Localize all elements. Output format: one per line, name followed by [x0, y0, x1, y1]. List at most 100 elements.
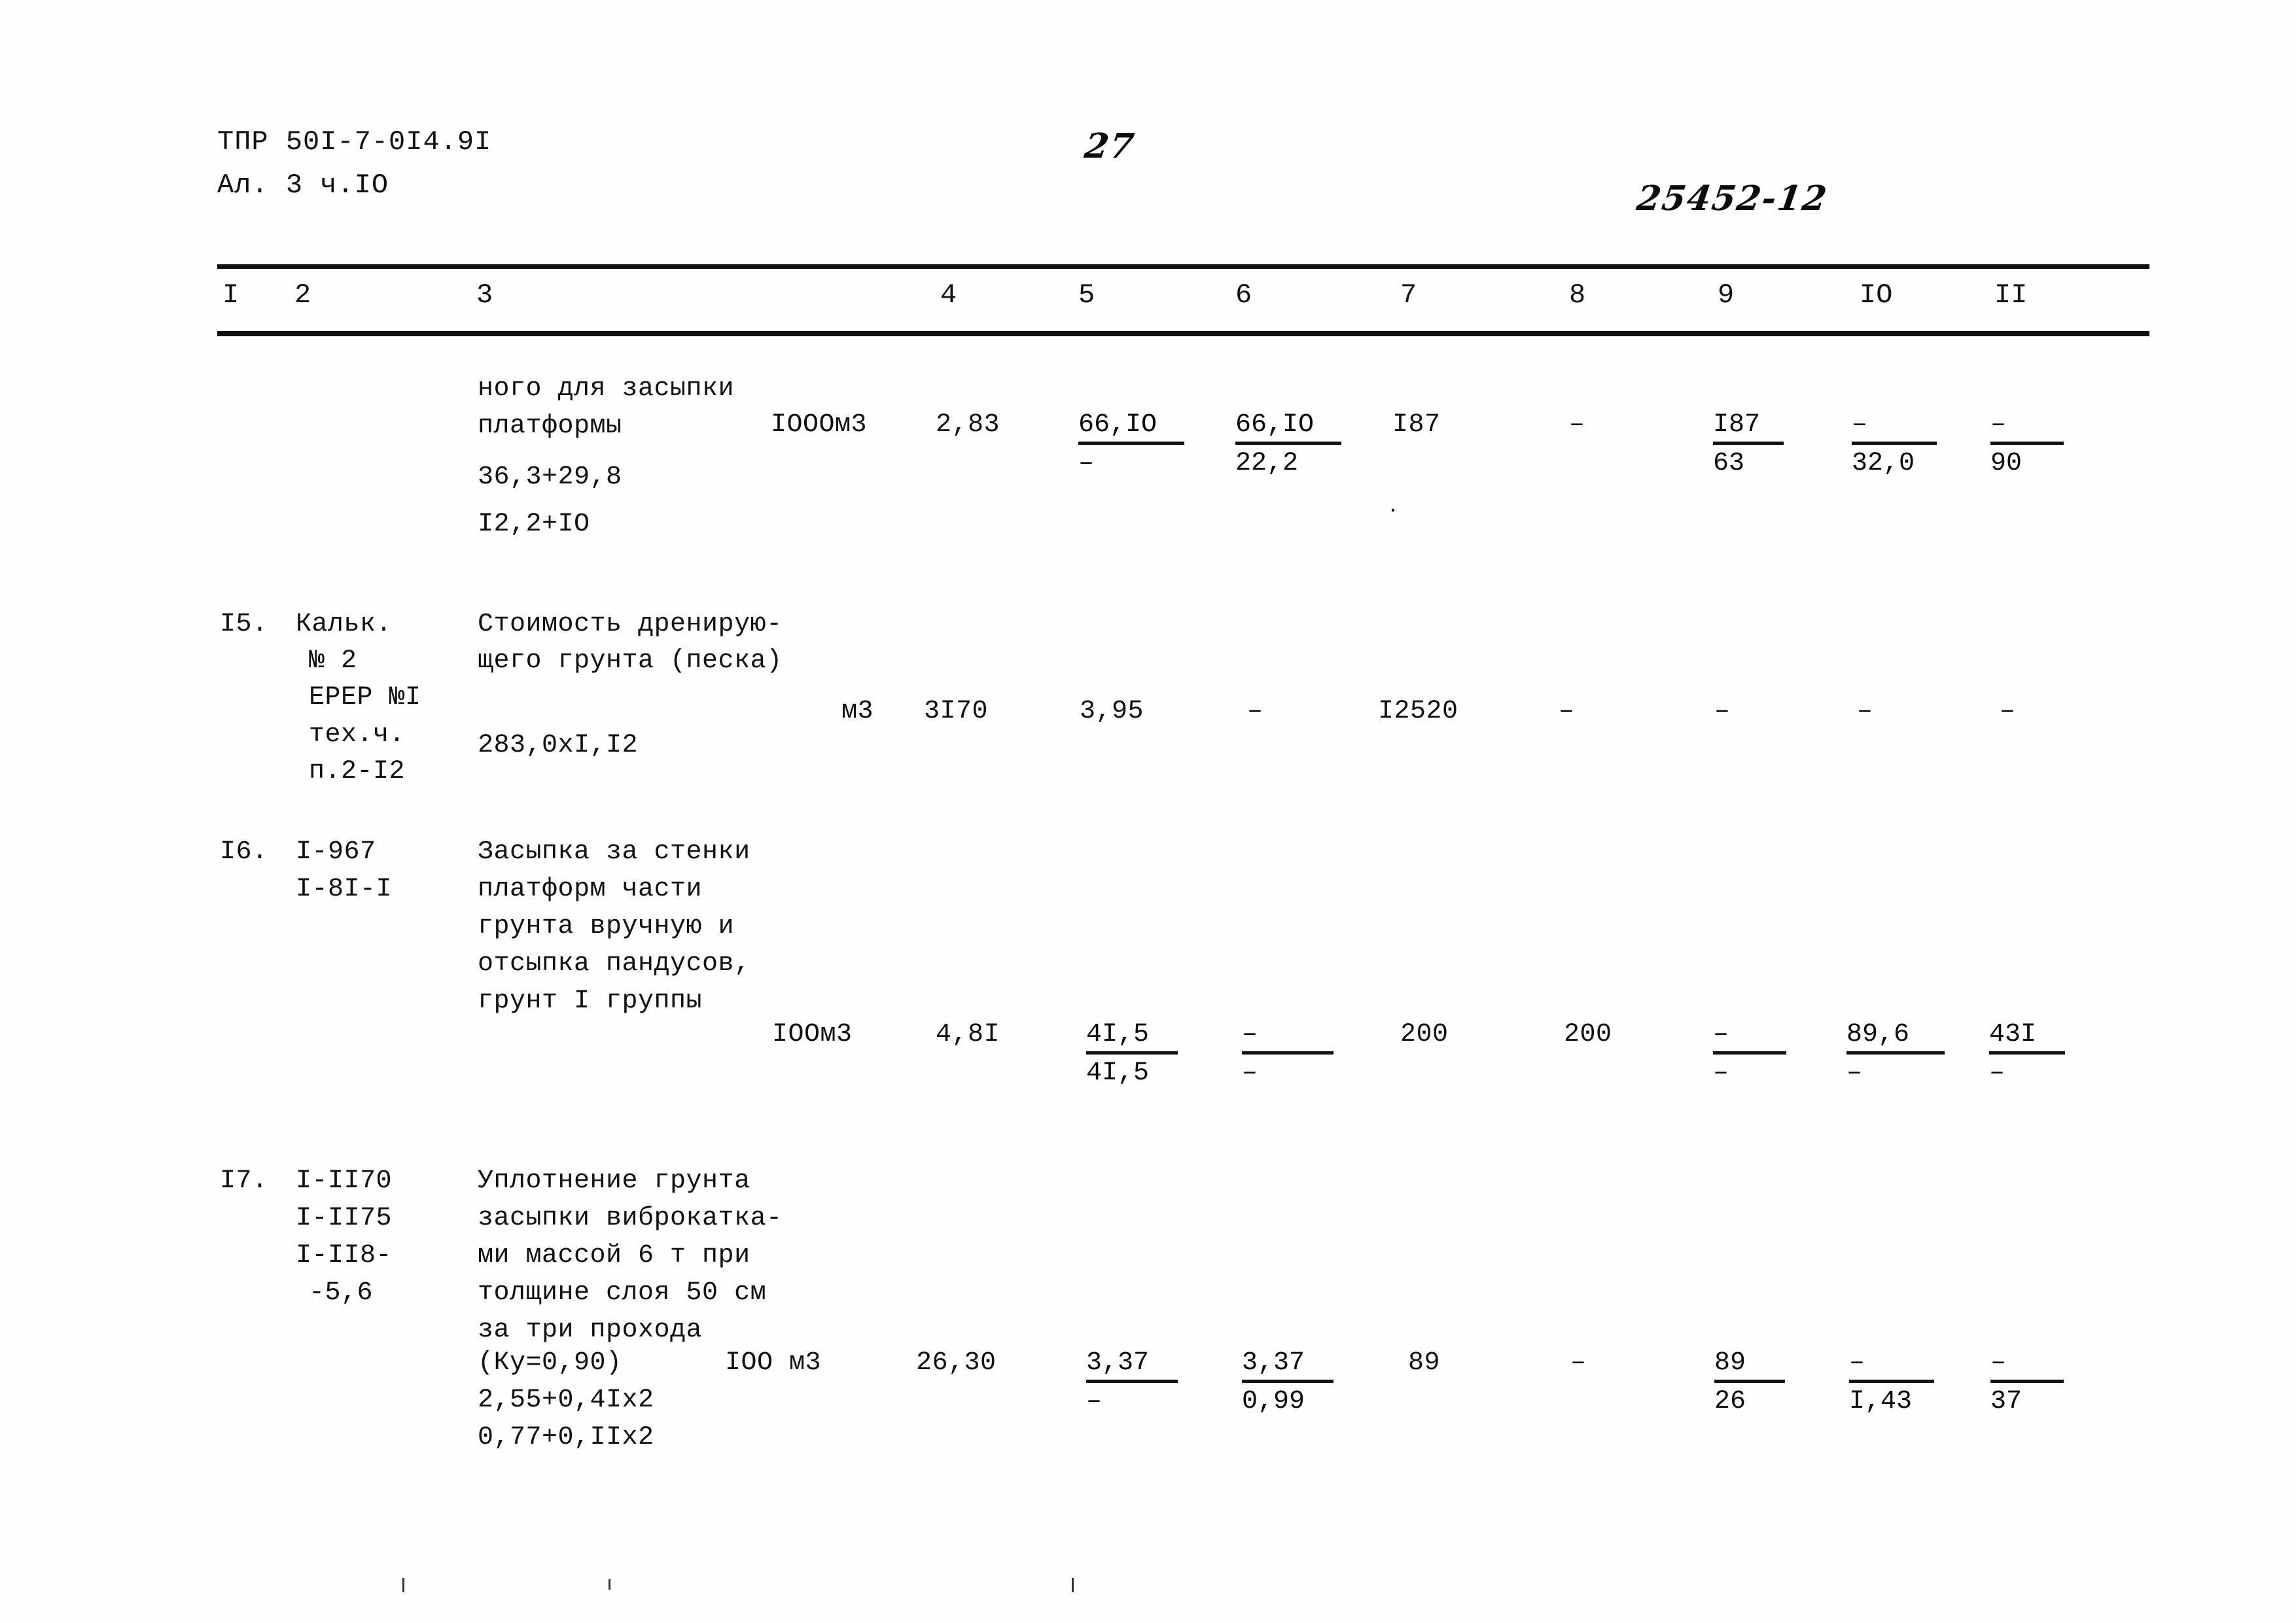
row0-col5-fraction: 66,IO –	[1078, 412, 1184, 477]
row15-code-line-4: тех.ч.	[309, 720, 406, 750]
row16-col9-denominator: –	[1713, 1058, 1729, 1088]
row17-calc-line-1: 2,55+0,4Iх2	[478, 1386, 654, 1415]
archive-stamp-handwritten: 25452-12	[1634, 179, 1831, 218]
row16-col11-denominator: –	[1989, 1058, 2005, 1088]
row15-col9-value: –	[1714, 697, 1731, 726]
column-header-5: 5	[1078, 279, 1095, 311]
row16-col5-denominator: 4I,5	[1086, 1058, 1150, 1088]
row17-col8-value: –	[1570, 1348, 1587, 1378]
row0-col5-numerator: 66,IO	[1078, 410, 1157, 440]
row16-col10-numerator: 89,6	[1846, 1020, 1910, 1049]
row16-col5-numerator: 4I,5	[1086, 1020, 1150, 1049]
row0-col11-numerator: –	[1990, 410, 2007, 440]
row16-code-line-1: I-967	[296, 837, 376, 867]
row0-col9-denominator: 63	[1713, 449, 1745, 478]
row17-code-line-4: -5,6	[309, 1278, 374, 1308]
row15-unit: м3	[841, 697, 874, 726]
row16-description-line-1: Засыпка за стенки	[478, 837, 751, 867]
row17-col9-fraction: 89 26	[1714, 1350, 1785, 1415]
column-header-4: 4	[940, 279, 957, 311]
row17-col5-fraction: 3,37 –	[1086, 1350, 1178, 1415]
row16-col9-numerator: –	[1713, 1020, 1729, 1049]
row16-unit: IOOм3	[772, 1020, 853, 1049]
column-header-2: 2	[294, 279, 311, 311]
row15-col11-value: –	[2000, 697, 2016, 726]
row17-unit: IOO м3	[725, 1348, 822, 1378]
row0-col4-value: 2,83	[936, 410, 1000, 440]
row15-col5-value: 3,95	[1080, 697, 1144, 726]
row0-description-line-1: ного для засыпки	[478, 374, 735, 404]
row17-code-line-1: I-II70	[296, 1166, 393, 1196]
column-header-1: I	[222, 279, 239, 311]
row17-description-line-5: за три прохода	[478, 1316, 703, 1345]
row0-description-line-2: платформы	[478, 411, 622, 441]
table-header-bottom-rule	[217, 331, 2149, 336]
row17-col4-value: 26,30	[916, 1348, 997, 1378]
row16-col10-fraction: 89,6 –	[1846, 1022, 1945, 1087]
row17-col6-fraction: 3,37 0,99	[1242, 1350, 1333, 1415]
row17-calc-line-2: 0,77+0,IIх2	[478, 1423, 654, 1452]
row16-description-line-3: грунта вручную и	[478, 912, 735, 941]
row15-calc-line-1: 283,0хI,I2	[478, 731, 639, 760]
row0-col7-value: I87	[1392, 410, 1441, 440]
row16-col4-value: 4,8I	[936, 1020, 1000, 1049]
row15-col8-value: –	[1559, 697, 1575, 726]
row15-col4-value: 3I70	[924, 697, 989, 726]
row17-col6-numerator: 3,37	[1242, 1348, 1305, 1378]
row0-stray-mark: .	[1387, 496, 1400, 518]
row15-code-line-5: п.2-I2	[309, 757, 406, 786]
row16-col7-value: 200	[1400, 1020, 1449, 1049]
row17-col11-numerator: –	[1990, 1348, 2007, 1378]
row0-col10-fraction: – 32,0	[1852, 412, 1937, 477]
row0-col8-value: –	[1569, 410, 1585, 440]
document-code-line-1: ТПР 50I-7-0I4.9I	[217, 126, 492, 158]
row16-description-line-5: грунт I группы	[478, 986, 703, 1016]
row17-col9-denominator: 26	[1714, 1387, 1746, 1416]
row15-description-line-2: щего грунта (песка)	[478, 646, 783, 676]
row17-code-line-2: I-II75	[296, 1204, 393, 1233]
row16-description-line-4: отсыпка пандусов,	[478, 949, 751, 979]
row17-col9-numerator: 89	[1714, 1348, 1746, 1378]
row0-col6-numerator: 66,IO	[1235, 410, 1315, 440]
row16-col8-value: 200	[1564, 1020, 1612, 1049]
row17-col10-fraction: – I,43	[1849, 1350, 1934, 1415]
row17-code-line-3: I-II8-	[296, 1241, 393, 1270]
row15-description-line-1: Стоимость дренирую-	[478, 610, 783, 639]
row0-unit: IOOOм3	[771, 410, 868, 440]
row17-col6-denominator: 0,99	[1242, 1387, 1305, 1416]
row15-col10-value: –	[1857, 697, 1873, 726]
row16-code-line-2: I-8I-I	[296, 875, 393, 904]
row15-code-line-2: № 2	[309, 646, 357, 676]
row16-col11-fraction: 43I –	[1989, 1022, 2065, 1087]
row17-col7-value: 89	[1408, 1348, 1441, 1378]
row16-col6-denominator: –	[1242, 1058, 1258, 1088]
row0-col6-fraction: 66,IO 22,2	[1235, 412, 1341, 477]
row15-col6-value: –	[1247, 697, 1263, 726]
row17-number: I7.	[220, 1166, 268, 1196]
document-code-line-2: Ал. 3 ч.IO	[217, 169, 389, 201]
row15-number: I5.	[220, 610, 268, 639]
fold-tick-mark-left	[402, 1578, 404, 1592]
row15-code-line-1: Кальк.	[296, 610, 393, 639]
row16-description-line-2: платформ части	[478, 875, 703, 904]
row17-description-line-4: толщине слоя 50 см	[478, 1278, 767, 1308]
row16-col10-denominator: –	[1846, 1058, 1863, 1088]
column-header-9: 9	[1718, 279, 1735, 311]
column-header-6: 6	[1235, 279, 1252, 311]
row0-col5-denominator: –	[1078, 449, 1095, 478]
row17-col11-fraction: – 37	[1990, 1350, 2064, 1415]
row16-col5-fraction: 4I,5 4I,5	[1086, 1022, 1178, 1087]
row0-calc-line-1: 36,3+29,8	[478, 462, 622, 492]
row0-col9-numerator: I87	[1713, 410, 1761, 440]
row16-number: I6.	[220, 837, 268, 867]
table-top-rule	[217, 264, 2149, 269]
row15-col7-value: I2520	[1378, 697, 1458, 726]
row17-description-line-6: (Ку=0,90)	[478, 1348, 622, 1378]
row17-description-line-1: Уплотнение грунта	[478, 1166, 751, 1196]
row16-col11-numerator: 43I	[1989, 1020, 2037, 1049]
column-header-10: IO	[1860, 279, 1893, 311]
row17-col11-denominator: 37	[1990, 1387, 2022, 1416]
fold-tick-mark-center	[609, 1579, 610, 1590]
fold-tick-mark-right	[1072, 1578, 1074, 1592]
row17-col10-denominator: I,43	[1849, 1387, 1913, 1416]
